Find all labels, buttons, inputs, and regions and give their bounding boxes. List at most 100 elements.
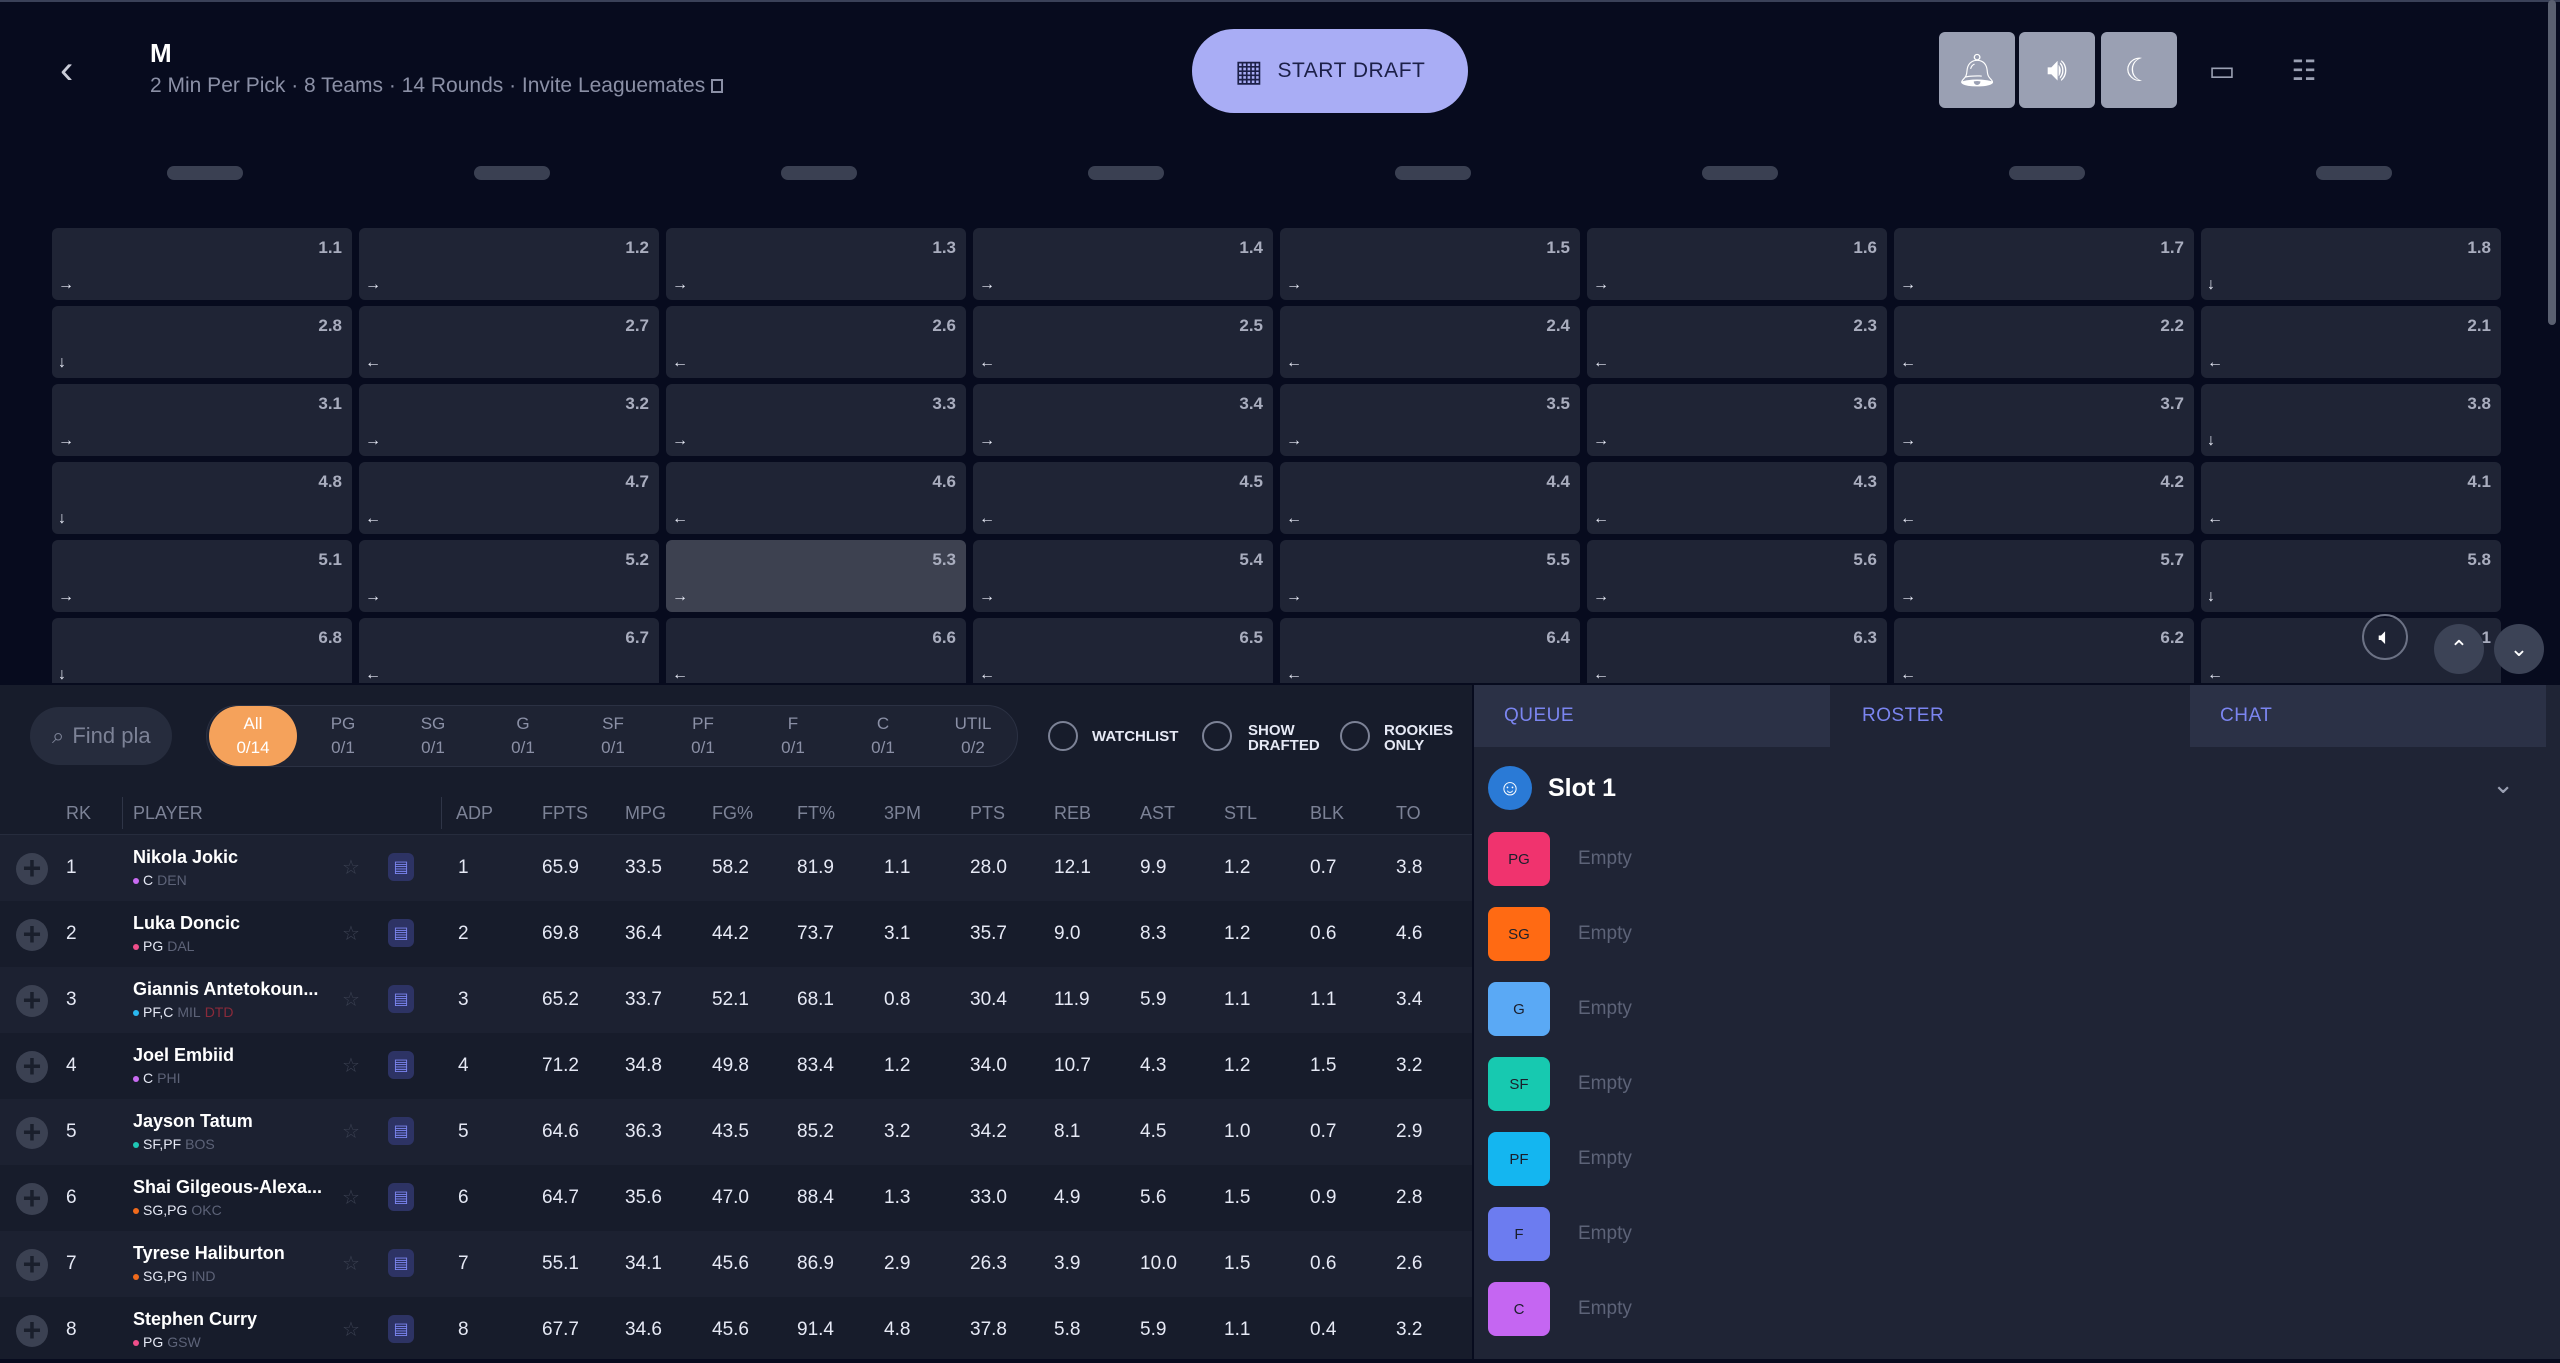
position-filter-sg[interactable]: SG 0/1 xyxy=(389,706,477,766)
column-header-pts[interactable]: PTS xyxy=(970,803,1005,824)
roster-slot-c[interactable]: C Empty xyxy=(1488,1282,2088,1336)
player-notes-icon[interactable]: ▤ xyxy=(388,1183,414,1211)
draft-cell-6-3[interactable]: 6.3 ← xyxy=(1587,618,1887,683)
draft-cell-3-1[interactable]: 3.1 → xyxy=(52,384,352,456)
roster-slot-pf[interactable]: PF Empty xyxy=(1488,1132,2088,1186)
draft-cell-6-5[interactable]: 6.5 ← xyxy=(973,618,1273,683)
player-name[interactable]: Joel Embiid xyxy=(133,1045,333,1066)
draft-cell-3-6[interactable]: 3.6 → xyxy=(1587,384,1887,456)
copy-icon[interactable] xyxy=(711,79,724,94)
draft-cell-4-8[interactable]: 4.8 ↓ xyxy=(52,462,352,534)
player-name[interactable]: Shai Gilgeous-Alexa... xyxy=(133,1177,333,1198)
volume-icon[interactable]: 🔊︎ xyxy=(2019,32,2095,108)
mute-board-icon[interactable]: 🔈︎ xyxy=(2362,614,2408,660)
draft-cell-5-8[interactable]: 5.8 ↓ xyxy=(2201,540,2501,612)
position-filter-sf[interactable]: SF 0/1 xyxy=(569,706,657,766)
position-filter-c[interactable]: C 0/1 xyxy=(839,706,927,766)
star-icon[interactable]: ☆ xyxy=(342,1317,360,1342)
draft-cell-2-2[interactable]: 2.2 ← xyxy=(1894,306,2194,378)
slot-selector[interactable]: ☺ Slot 1 xyxy=(1488,765,1616,811)
player-notes-icon[interactable]: ▤ xyxy=(388,985,414,1013)
position-filter-pf[interactable]: PF 0/1 xyxy=(659,706,747,766)
draft-cell-3-3[interactable]: 3.3 → xyxy=(666,384,966,456)
draft-cell-3-2[interactable]: 3.2 → xyxy=(359,384,659,456)
table-row[interactable]: +8 Stephen Curry PG GSW ☆ ▤ 8 67.7 34.6 45.6 91.4 4… xyxy=(0,1297,1472,1363)
sliders-icon[interactable]: ☷ xyxy=(2284,50,2324,90)
draft-cell-4-1[interactable]: 4.1 ← xyxy=(2201,462,2501,534)
roster-slot-f[interactable]: F Empty xyxy=(1488,1207,2088,1261)
star-icon[interactable]: ☆ xyxy=(342,1119,360,1144)
roster-slot-g[interactable]: G Empty xyxy=(1488,982,2088,1036)
search-placeholder[interactable]: Find pla xyxy=(72,723,150,749)
draft-cell-4-3[interactable]: 4.3 ← xyxy=(1587,462,1887,534)
add-player-button[interactable]: + xyxy=(16,1182,48,1215)
add-player-button[interactable]: + xyxy=(16,984,48,1017)
draft-cell-1-6[interactable]: 1.6 → xyxy=(1587,228,1887,300)
draft-cell-3-8[interactable]: 3.8 ↓ xyxy=(2201,384,2501,456)
table-row[interactable]: +4 Joel Embiid C PHI ☆ ▤ 4 71.2 34.8 49.8 83.4 1.2 3… xyxy=(0,1033,1472,1099)
draft-cell-3-4[interactable]: 3.4 → xyxy=(973,384,1273,456)
draft-cell-5-4[interactable]: 5.4 → xyxy=(973,540,1273,612)
draft-cell-1-7[interactable]: 1.7 → xyxy=(1894,228,2194,300)
column-header-3pm[interactable]: 3PM xyxy=(884,803,921,824)
draft-cell-2-7[interactable]: 2.7 ← xyxy=(359,306,659,378)
draft-cell-6-8[interactable]: 6.8 ↓ xyxy=(52,618,352,683)
draft-cell-5-7[interactable]: 5.7 → xyxy=(1894,540,2194,612)
draft-cell-1-4[interactable]: 1.4 → xyxy=(973,228,1273,300)
add-player-button[interactable]: + xyxy=(16,1314,48,1347)
player-name[interactable]: Jayson Tatum xyxy=(133,1111,333,1132)
draft-cell-4-6[interactable]: 4.6 ← xyxy=(666,462,966,534)
player-notes-icon[interactable]: ▤ xyxy=(388,919,414,947)
draft-cell-6-2[interactable]: 6.2 ← xyxy=(1894,618,2194,683)
player-name[interactable]: Giannis Antetokoun... xyxy=(133,979,333,1000)
column-header-reb[interactable]: REB xyxy=(1054,803,1091,824)
table-row[interactable]: +3 Giannis Antetokoun... PF,C MIL DTD ☆ ▤ 3 65.2… xyxy=(0,967,1472,1033)
column-header-ft-pct[interactable]: FT% xyxy=(797,803,835,824)
column-header-mpg[interactable]: MPG xyxy=(625,803,666,824)
player-name[interactable]: Stephen Curry xyxy=(133,1309,333,1330)
start-draft-button[interactable]: ▦ START DRAFT xyxy=(1192,29,1468,113)
position-filter-all[interactable]: All 0/14 xyxy=(209,706,297,766)
draft-cell-5-6[interactable]: 5.6 → xyxy=(1587,540,1887,612)
add-player-button[interactable]: + xyxy=(16,918,48,951)
player-name[interactable]: Tyrese Haliburton xyxy=(133,1243,333,1264)
table-row[interactable]: +2 Luka Doncic PG DAL ☆ ▤ 2 69.8 36.4 44.2 73.7 3.1… xyxy=(0,901,1472,967)
column-header-ast[interactable]: AST xyxy=(1140,803,1175,824)
league-subtitle-text[interactable]: 2 Min Per Pick · 8 Teams · 14 Rounds · I… xyxy=(150,74,705,97)
draft-cell-2-4[interactable]: 2.4 ← xyxy=(1280,306,1580,378)
draft-cell-1-5[interactable]: 1.5 → xyxy=(1280,228,1580,300)
position-filter-g[interactable]: G 0/1 xyxy=(479,706,567,766)
moon-icon[interactable]: ☾ xyxy=(2101,32,2177,108)
draft-cell-3-5[interactable]: 3.5 → xyxy=(1280,384,1580,456)
roster-slot-sf[interactable]: SF Empty xyxy=(1488,1057,2088,1111)
draft-cell-1-2[interactable]: 1.2 → xyxy=(359,228,659,300)
player-notes-icon[interactable]: ▤ xyxy=(388,1117,414,1145)
star-icon[interactable]: ☆ xyxy=(342,921,360,946)
player-notes-icon[interactable]: ▤ xyxy=(388,1315,414,1343)
back-chevron-icon[interactable]: ‹ xyxy=(60,50,92,90)
draft-cell-4-2[interactable]: 4.2 ← xyxy=(1894,462,2194,534)
position-filter-pg[interactable]: PG 0/1 xyxy=(299,706,387,766)
draft-cell-5-5[interactable]: 5.5 → xyxy=(1280,540,1580,612)
show-drafted-checkbox[interactable] xyxy=(1202,721,1232,751)
table-row[interactable]: +5 Jayson Tatum SF,PF BOS ☆ ▤ 5 64.6 36.3 43.5 85.… xyxy=(0,1099,1472,1165)
page-scrollbar[interactable] xyxy=(2548,0,2556,325)
add-player-button[interactable]: + xyxy=(16,1248,48,1281)
draft-cell-2-3[interactable]: 2.3 ← xyxy=(1587,306,1887,378)
player-notes-icon[interactable]: ▤ xyxy=(388,853,414,881)
star-icon[interactable]: ☆ xyxy=(342,1185,360,1210)
draft-cell-3-7[interactable]: 3.7 → xyxy=(1894,384,2194,456)
watchlist-checkbox[interactable] xyxy=(1048,721,1078,751)
draft-cell-5-1[interactable]: 5.1 → xyxy=(52,540,352,612)
add-player-button[interactable]: + xyxy=(16,1116,48,1149)
draft-cell-6-7[interactable]: 6.7 ← xyxy=(359,618,659,683)
column-header-to[interactable]: TO xyxy=(1396,803,1421,824)
player-name[interactable]: Nikola Jokic xyxy=(133,847,333,868)
scroll-up-button[interactable]: ⌃ xyxy=(2434,624,2484,674)
draft-cell-2-1[interactable]: 2.1 ← xyxy=(2201,306,2501,378)
star-icon[interactable]: ☆ xyxy=(342,855,360,880)
draft-cell-2-5[interactable]: 2.5 ← xyxy=(973,306,1273,378)
column-header-blk[interactable]: BLK xyxy=(1310,803,1344,824)
table-row[interactable]: +7 Tyrese Haliburton SG,PG IND ☆ ▤ 7 55.1 34.1 45… xyxy=(0,1231,1472,1297)
draft-cell-2-8[interactable]: 2.8 ↓ xyxy=(52,306,352,378)
